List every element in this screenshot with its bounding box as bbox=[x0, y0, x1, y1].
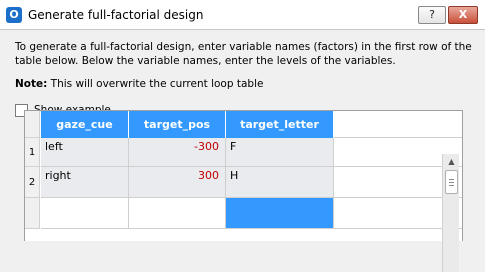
close-button[interactable]: X bbox=[448, 6, 478, 24]
help-button[interactable]: ? bbox=[418, 6, 446, 24]
loop-table[interactable]: gaze_cue target_pos target_letter 1 left… bbox=[24, 110, 463, 241]
selected-table-cell[interactable] bbox=[226, 198, 334, 229]
window-title: Generate full-factorial design bbox=[28, 8, 204, 22]
table-cell[interactable]: F bbox=[226, 138, 334, 167]
table-cell[interactable]: 300 bbox=[129, 167, 226, 198]
scroll-thumb[interactable] bbox=[445, 170, 458, 194]
empty-header-cell[interactable] bbox=[334, 111, 462, 138]
table-cell[interactable]: -300 bbox=[129, 138, 226, 167]
table-cell[interactable]: left bbox=[41, 138, 129, 167]
grip-line bbox=[449, 182, 454, 183]
scroll-up-arrow-icon[interactable]: ▲ bbox=[443, 154, 460, 169]
row-number: 1 bbox=[25, 138, 40, 167]
grip-line bbox=[449, 179, 454, 180]
table-cell[interactable] bbox=[41, 198, 129, 229]
grip-line bbox=[449, 185, 454, 186]
instructions-text: To generate a full-factorial design, ent… bbox=[15, 41, 472, 67]
app-icon: O bbox=[6, 7, 22, 23]
table-cell[interactable]: H bbox=[226, 167, 334, 198]
column-header-gaze-cue[interactable]: gaze_cue bbox=[41, 111, 129, 138]
title-bar: O Generate full-factorial design ? X bbox=[0, 0, 485, 30]
row-number bbox=[25, 198, 40, 229]
table-corner bbox=[25, 111, 40, 138]
note-body: This will overwrite the current loop tab… bbox=[47, 78, 264, 90]
row-number: 2 bbox=[25, 167, 40, 198]
note-text: Note: This will overwrite the current lo… bbox=[15, 78, 263, 90]
table-cell[interactable]: right bbox=[41, 167, 129, 198]
note-label: Note: bbox=[15, 78, 48, 90]
column-header-target-letter[interactable]: target_letter bbox=[226, 111, 334, 138]
column-header-target-pos[interactable]: target_pos bbox=[129, 111, 226, 138]
table-cell[interactable] bbox=[129, 198, 226, 229]
vertical-scrollbar[interactable]: ▲ bbox=[442, 154, 459, 272]
